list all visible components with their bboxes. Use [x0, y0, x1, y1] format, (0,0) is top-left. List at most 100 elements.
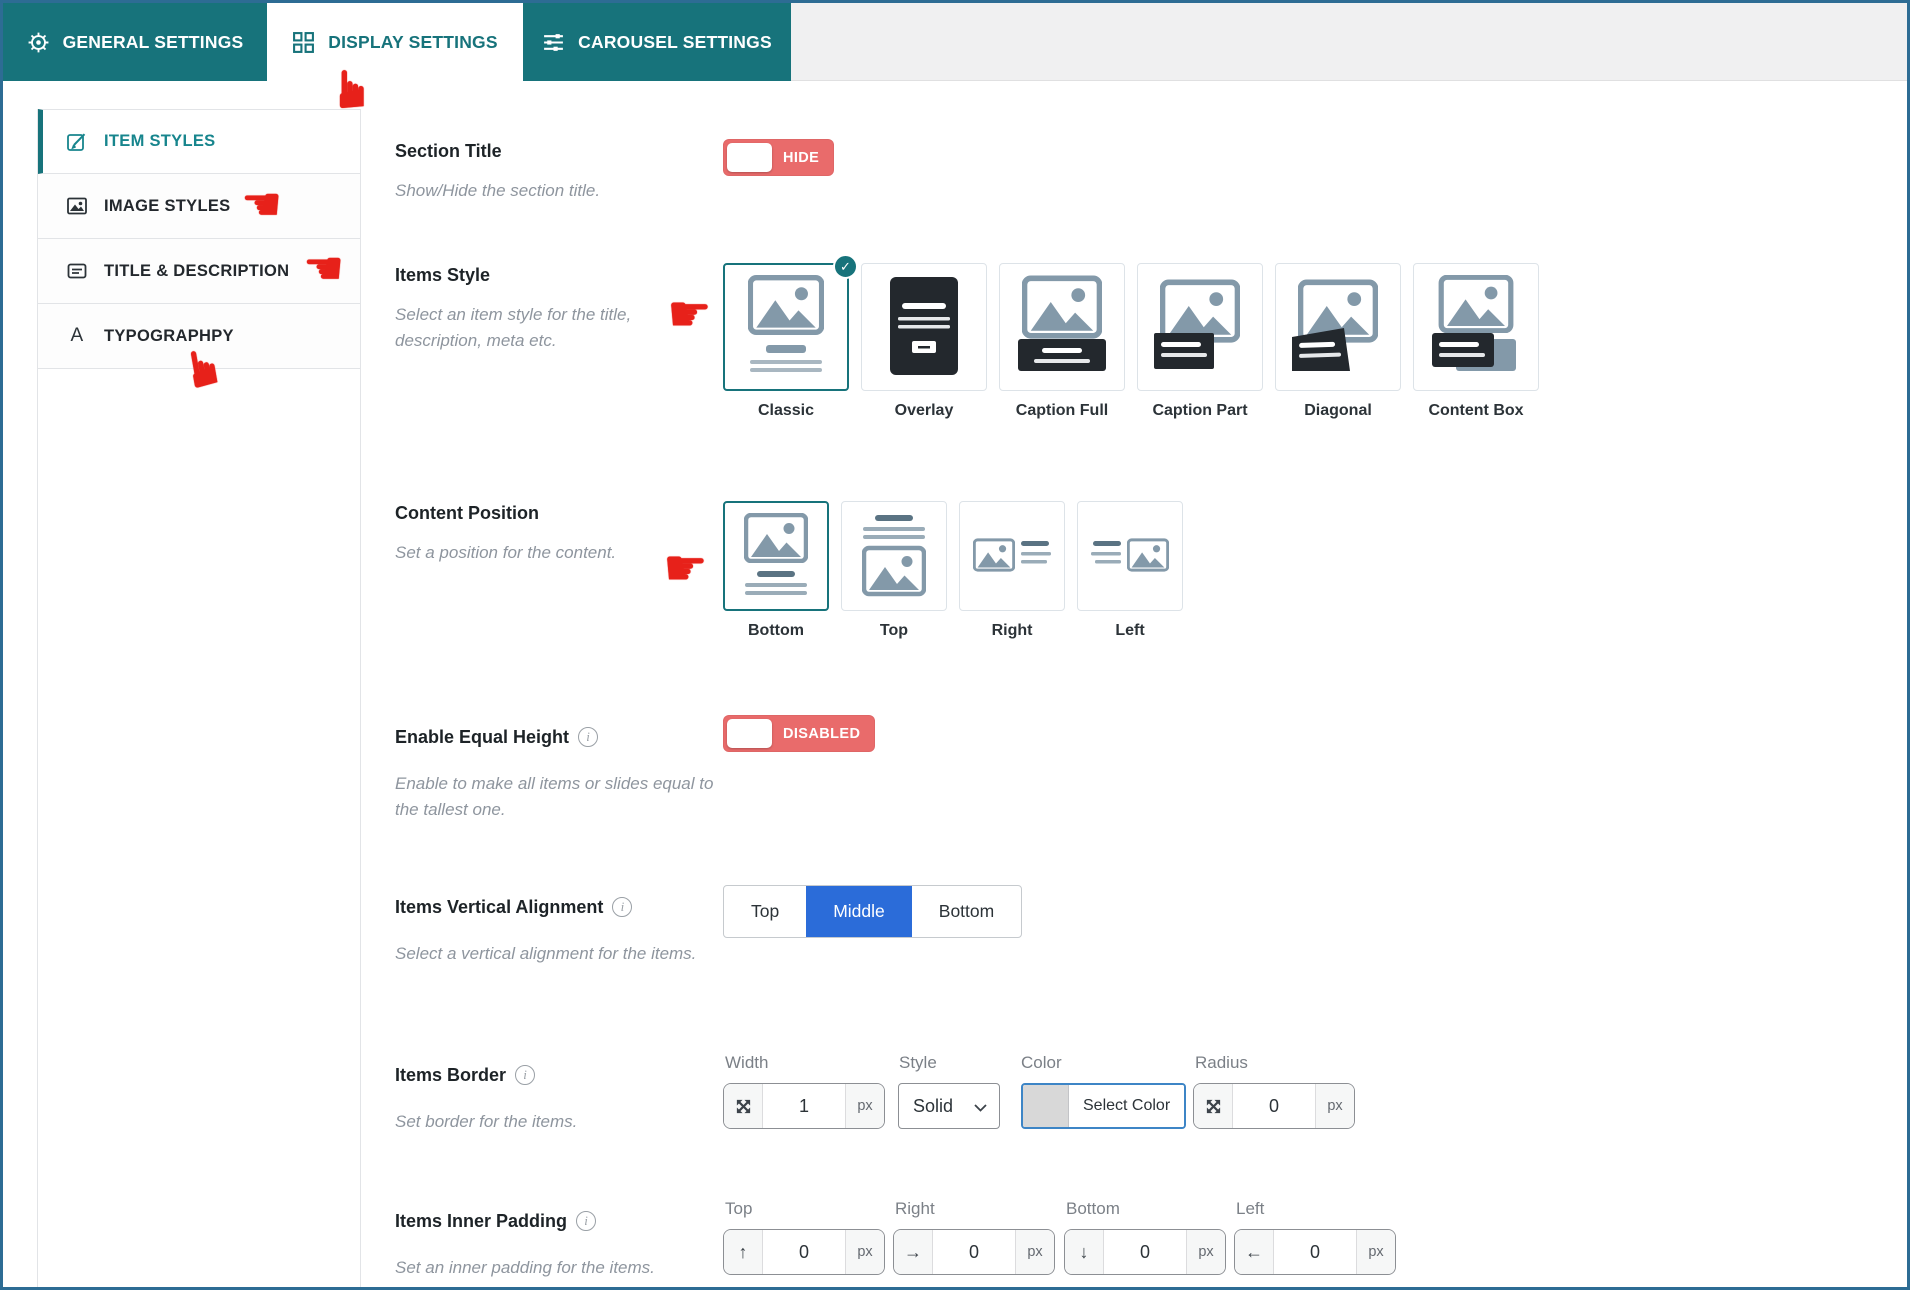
header-filler — [791, 3, 1907, 81]
padding-right-input[interactable] — [933, 1242, 1015, 1263]
equal-height-toggle[interactable]: DISABLED — [723, 715, 875, 752]
settings-tab-bar: GENERAL SETTINGS DISPLAY SETTINGS CARO — [3, 3, 1907, 81]
padding-bottom-group: ↓ px — [1064, 1229, 1226, 1275]
unit-label: px — [1315, 1084, 1354, 1128]
arrow-right-icon: → — [894, 1230, 933, 1274]
border-color-picker[interactable]: Select Color — [1021, 1083, 1186, 1129]
equal-height-label: Enable Equal Heighti — [395, 727, 598, 748]
text-lines-icon — [65, 260, 89, 282]
padding-bottom-header: Bottom — [1066, 1199, 1120, 1219]
border-radius-input[interactable] — [1233, 1096, 1315, 1117]
info-icon[interactable]: i — [612, 897, 632, 917]
typography-icon: A — [65, 325, 89, 347]
position-bottom-thumb — [735, 511, 817, 601]
overlay-style-thumb — [878, 275, 970, 379]
unit-label: px — [1186, 1230, 1225, 1274]
arrow-down-icon: ↓ — [1065, 1230, 1104, 1274]
vertical-alignment-desc: Select a vertical alignment for the item… — [395, 941, 725, 967]
info-icon[interactable]: i — [578, 727, 598, 747]
content-position-options: Bottom Top Right — [723, 501, 1183, 640]
sidebar-item-item-styles[interactable]: ITEM STYLES — [38, 109, 360, 174]
section-title-label: Section Title — [395, 141, 502, 162]
padding-left-group: ← px — [1234, 1229, 1396, 1275]
style-option-caption-full[interactable]: Caption Full — [999, 263, 1125, 420]
red-hand-pointer-content-position: ☛ — [663, 543, 708, 593]
position-option-right[interactable]: Right — [959, 501, 1065, 640]
items-style-desc: Select an item style for the title, desc… — [395, 302, 695, 355]
align-middle-button[interactable]: Middle — [806, 886, 912, 937]
color-swatch — [1023, 1085, 1069, 1127]
unit-label: px — [845, 1084, 884, 1128]
tab-label: CAROUSEL SETTINGS — [578, 32, 772, 53]
grid-icon — [292, 31, 315, 54]
style-option-classic[interactable]: ✓ Classic — [723, 263, 849, 420]
align-top-button[interactable]: Top — [724, 886, 806, 937]
red-hand-pointer-image-styles: ☚ — [241, 181, 282, 227]
edit-icon — [65, 131, 89, 153]
content-box-style-thumb — [1430, 275, 1522, 379]
toggle-label: HIDE — [783, 150, 819, 166]
caption-full-style-thumb — [1016, 275, 1108, 379]
red-hand-pointer-display-tab: ☛ — [326, 66, 378, 113]
border-radius-header: Radius — [1195, 1053, 1248, 1073]
toggle-knob — [727, 143, 772, 172]
items-style-options: ✓ Classic O — [723, 263, 1539, 420]
move-icon — [1194, 1084, 1233, 1128]
border-width-input[interactable] — [763, 1096, 845, 1117]
border-style-select[interactable]: Solid — [898, 1083, 1000, 1129]
padding-right-group: → px — [893, 1229, 1055, 1275]
items-style-label: Items Style — [395, 265, 490, 286]
padding-top-group: ↑ px — [723, 1229, 885, 1275]
style-option-content-box[interactable]: Content Box — [1413, 263, 1539, 420]
style-option-overlay[interactable]: Overlay — [861, 263, 987, 420]
position-option-left[interactable]: Left — [1077, 501, 1183, 640]
toggle-label: DISABLED — [783, 726, 860, 742]
info-icon[interactable]: i — [515, 1065, 535, 1085]
info-icon[interactable]: i — [576, 1211, 596, 1231]
red-hand-pointer-title-description: ☚ — [303, 245, 344, 291]
sidebar-item-label: IMAGE STYLES — [104, 197, 230, 216]
unit-label: px — [1015, 1230, 1054, 1274]
position-option-bottom[interactable]: Bottom — [723, 501, 829, 640]
section-title-toggle[interactable]: HIDE — [723, 139, 834, 176]
border-color-header: Color — [1021, 1053, 1062, 1073]
chevron-down-icon — [974, 1096, 987, 1117]
padding-top-header: Top — [725, 1199, 752, 1219]
tab-general-settings[interactable]: GENERAL SETTINGS — [3, 3, 267, 81]
check-icon: ✓ — [833, 254, 858, 279]
items-border-desc: Set border for the items. — [395, 1109, 715, 1135]
gear-icon — [27, 31, 50, 54]
padding-right-header: Right — [895, 1199, 935, 1219]
unit-label: px — [845, 1230, 884, 1274]
align-bottom-button[interactable]: Bottom — [912, 886, 1021, 937]
toggle-knob — [727, 719, 772, 748]
position-option-top[interactable]: Top — [841, 501, 947, 640]
padding-top-input[interactable] — [763, 1242, 845, 1263]
border-radius-group: px — [1193, 1083, 1355, 1129]
content-position-desc: Set a position for the content. — [395, 540, 695, 566]
caption-part-style-thumb — [1154, 275, 1246, 379]
inner-padding-label: Items Inner Paddingi — [395, 1211, 596, 1232]
tab-carousel-settings[interactable]: CAROUSEL SETTINGS — [523, 3, 791, 81]
style-option-diagonal[interactable]: Diagonal — [1275, 263, 1401, 420]
tab-label: GENERAL SETTINGS — [63, 32, 244, 53]
position-right-thumb — [971, 511, 1053, 601]
tab-display-settings[interactable]: DISPLAY SETTINGS — [267, 3, 523, 81]
equal-height-desc: Enable to make all items or slides equal… — [395, 771, 715, 824]
select-color-button[interactable]: Select Color — [1069, 1085, 1184, 1127]
diagonal-style-thumb — [1292, 275, 1384, 379]
padding-bottom-input[interactable] — [1104, 1242, 1186, 1263]
red-hand-pointer-items-style: ☛ — [667, 289, 712, 339]
red-hand-pointer-typography: ☛ — [175, 342, 232, 395]
border-width-group: px — [723, 1083, 885, 1129]
vertical-alignment-label: Items Vertical Alignmenti — [395, 897, 632, 918]
style-option-caption-part[interactable]: Caption Part — [1137, 263, 1263, 420]
padding-left-input[interactable] — [1274, 1242, 1356, 1263]
position-top-thumb — [853, 511, 935, 601]
inner-padding-desc: Set an inner padding for the items. — [395, 1255, 725, 1281]
plugin-settings-window: GENERAL SETTINGS DISPLAY SETTINGS CARO — [0, 0, 1910, 1290]
border-width-header: Width — [725, 1053, 768, 1073]
border-style-header: Style — [899, 1053, 937, 1073]
unit-label: px — [1356, 1230, 1395, 1274]
sidebar-item-image-styles[interactable]: IMAGE STYLES — [38, 174, 360, 239]
